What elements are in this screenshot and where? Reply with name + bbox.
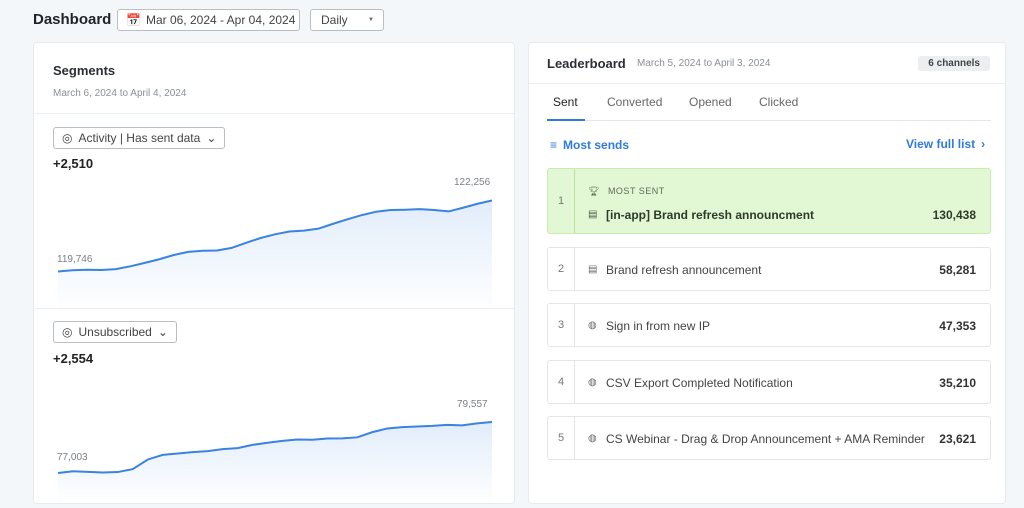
message-value: 47,353 [939,319,976,333]
sparkline-area [58,200,492,313]
divider [34,113,514,114]
message-name: [in-app] Brand refresh announcment [606,208,815,222]
date-range-value: Mar 06, 2024 - Apr 04, 2024 [145,13,296,27]
sort-button[interactable]: ≡ Most sends [550,138,629,152]
most-sent-label: 🏆︎ MOST SENT [588,186,665,197]
rank: 1 [548,169,575,233]
segment-change: +2,510 [53,156,94,171]
sparkline-area [58,422,492,505]
segment-name: Activity | Has sent data [78,131,201,145]
sort-label: Most sends [563,138,630,152]
channels-badge: 6 channels [918,56,990,71]
interval-value: Daily [321,13,348,27]
calendar-icon: 📅 [126,13,141,27]
click-icon: ◍ [588,377,597,388]
view-full-list-link[interactable]: View full list › [906,137,985,151]
divider [529,83,1005,84]
message-name: CS Webinar - Drag & Drop Announcement + … [606,432,925,446]
leaderboard-row-top[interactable]: 1 🏆︎ MOST SENT ▤ [in-app] Brand refresh a… [547,168,991,234]
click-icon: ◍ [588,320,597,331]
sparkline-chart-2 [57,421,493,505]
rank: 2 [548,248,575,290]
click-icon: ◍ [588,433,597,444]
segment-name: Unsubscribed [78,325,152,339]
tabs-divider [547,120,991,121]
sparkline-chart-1 [57,199,493,313]
leaderboard-row[interactable]: 3 ◍ Sign in from new IP 47,353 [547,303,991,347]
tab-converted[interactable]: Converted [607,95,662,109]
rank: 4 [548,361,575,403]
date-range-picker[interactable]: 📅 Mar 06, 2024 - Apr 04, 2024 [117,9,300,31]
segments-title: Segments [53,63,116,78]
message-value: 35,210 [939,376,976,390]
rank: 3 [548,304,575,346]
leaderboard-row[interactable]: 5 ◍ CS Webinar - Drag & Drop Announcemen… [547,416,991,460]
in-app-icon: ▤ [588,264,598,275]
chevron-down-icon: ⌄ [206,131,217,145]
end-label: 122,256 [454,177,491,188]
message-value: 58,281 [939,263,976,277]
leaderboard-title: Leaderboard [547,56,626,71]
caret-down-icon: ▼ [368,17,374,23]
segment-select-2[interactable]: ◎ Unsubscribed ⌄ [53,321,177,343]
tab-clicked[interactable]: Clicked [759,95,798,109]
tab-sent[interactable]: Sent [553,95,578,109]
leaderboard-row[interactable]: 2 ▤ Brand refresh announcement 58,281 [547,247,991,291]
leaderboard-row[interactable]: 4 ◍ CSV Export Completed Notification 35… [547,360,991,404]
leaderboard-subtitle: March 5, 2024 to April 3, 2024 [637,58,771,69]
page-title: Dashboard [33,11,112,28]
segments-card: Segments March 6, 2024 to April 4, 2024 … [33,42,515,505]
interval-select[interactable]: Daily ▼ [310,9,384,31]
segment-change: +2,554 [53,351,94,366]
view-full-label: View full list [906,137,976,151]
segment-icon: ◎ [62,325,73,339]
trophy-icon: 🏆︎ [588,186,600,196]
message-name: CSV Export Completed Notification [606,376,793,390]
chevron-right-icon: › [981,137,986,151]
sort-icon: ≡ [550,138,558,152]
message-value: 23,621 [939,432,976,446]
end-label: 79,557 [457,399,488,410]
in-app-icon: ▤ [588,209,598,220]
segments-subtitle: March 6, 2024 to April 4, 2024 [53,88,187,99]
message-name: Brand refresh announcement [606,263,762,277]
active-tab-indicator [547,119,585,121]
tab-opened[interactable]: Opened [689,95,732,109]
segment-select-1[interactable]: ◎ Activity | Has sent data ⌄ [53,127,226,149]
top-label: MOST SENT [607,186,665,196]
chevron-down-icon: ⌄ [157,325,168,339]
message-value: 130,438 [932,208,976,222]
segment-icon: ◎ [62,131,73,145]
rank: 5 [548,417,575,459]
message-name: Sign in from new IP [606,319,711,333]
